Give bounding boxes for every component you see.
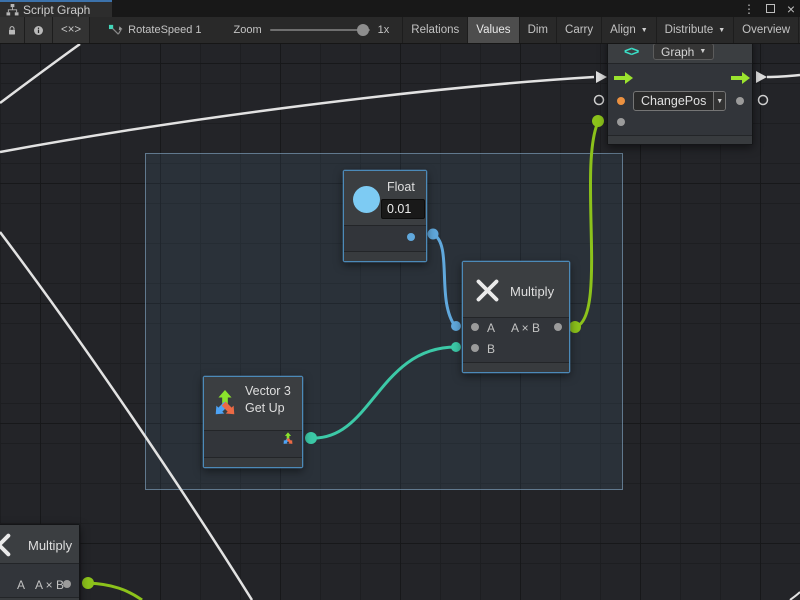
node-title: Float (387, 180, 415, 194)
float-node[interactable]: Float 0.01 (343, 170, 427, 262)
tab-script-graph[interactable]: Script Graph (0, 0, 112, 17)
lock-button[interactable] (0, 17, 25, 43)
float-icon (353, 186, 380, 213)
code-view-button[interactable]: <×> (53, 17, 90, 43)
port-a[interactable] (471, 323, 479, 331)
changepos-value: ChangePos (634, 92, 713, 110)
multiply-node[interactable]: Multiply A A × B B (462, 261, 570, 373)
script-graph-icon (6, 4, 19, 16)
window-controls: ⋮ × (742, 0, 798, 17)
values-button[interactable]: Values (468, 17, 519, 43)
graph-breadcrumb[interactable]: RotateSpeed 1 (108, 17, 201, 43)
port-float-output[interactable] (407, 233, 415, 241)
multiply-icon (474, 277, 501, 304)
zoom-label: Zoom (234, 24, 262, 36)
port-output[interactable] (736, 97, 744, 105)
flow-input-arrow-icon[interactable] (614, 72, 633, 84)
graph-event-node[interactable]: <> Graph ▼ ChangePos ▼ (607, 38, 753, 145)
zoom-slider-handle[interactable] (357, 24, 369, 36)
vector3-icon (210, 386, 240, 422)
node-footer (344, 251, 426, 261)
relations-button[interactable]: Relations (402, 17, 468, 43)
port-b-label: B (487, 342, 495, 356)
port-orange[interactable] (617, 97, 625, 105)
node-footer (463, 362, 569, 372)
tab-title: Script Graph (23, 3, 90, 17)
toolbar: <×> RotateSpeed 1 Zoom 1x Relations Valu… (0, 17, 800, 44)
zoom-slider[interactable] (270, 29, 370, 31)
port-input[interactable] (617, 118, 625, 126)
port-out-label: A × B (35, 578, 64, 592)
vector3-get-up-node[interactable]: Vector 3 Get Up (203, 376, 303, 468)
lock-icon (8, 24, 16, 37)
flow-output-arrow-icon[interactable] (731, 72, 750, 84)
port-out[interactable] (554, 323, 562, 331)
zoom-value: 1x (378, 24, 390, 36)
carry-button[interactable]: Carry (557, 17, 602, 43)
port-b[interactable] (471, 344, 479, 352)
graph-asset-icon (108, 23, 123, 37)
chevron-down-icon: ▼ (718, 27, 725, 34)
zoom-control: Zoom 1x (234, 17, 390, 43)
changepos-dropdown[interactable]: ChangePos ▼ (633, 91, 726, 111)
info-icon (33, 24, 44, 37)
chevron-down-icon: ▼ (699, 48, 706, 55)
tab-strip: Script Graph ⋮ × (0, 0, 800, 17)
float-value-field[interactable]: 0.01 (381, 199, 425, 219)
dim-button[interactable]: Dim (520, 17, 557, 43)
port-a-label: A (487, 321, 495, 335)
maximize-icon[interactable] (763, 2, 777, 16)
chevron-down-icon: ▼ (641, 27, 648, 34)
info-button[interactable] (25, 17, 53, 43)
multiply-icon (0, 531, 13, 559)
node-title: Multiply (510, 284, 554, 299)
node-footer (608, 135, 752, 144)
port-out-label: A × B (511, 321, 540, 335)
node-title: Vector 3 (245, 384, 291, 398)
port-out[interactable] (63, 580, 71, 588)
node-title: Multiply (28, 538, 72, 553)
code-icon: <> (624, 43, 638, 59)
code-x-icon: <×> (61, 24, 81, 36)
node-footer (204, 457, 302, 467)
node-subtitle: Get Up (245, 401, 285, 415)
graph-canvas[interactable]: <> Graph ▼ ChangePos ▼ (0, 0, 800, 600)
multiply2-node[interactable]: Multiply A A × B (0, 524, 80, 600)
menu-dots-icon[interactable]: ⋮ (742, 2, 756, 16)
close-icon[interactable]: × (784, 1, 798, 17)
vector3-output-port-icon[interactable] (280, 431, 296, 447)
port-a-label: A (17, 578, 25, 592)
align-button[interactable]: Align▼ (602, 17, 657, 43)
graph-dropdown-label: Graph (661, 45, 694, 59)
chevron-down-icon[interactable]: ▼ (713, 92, 725, 110)
script-graph-window: <> Graph ▼ ChangePos ▼ (0, 0, 800, 600)
overview-button[interactable]: Overview (734, 17, 799, 43)
graph-dropdown-button[interactable]: Graph ▼ (653, 43, 714, 60)
graph-name-label: RotateSpeed 1 (128, 24, 201, 36)
distribute-button[interactable]: Distribute▼ (657, 17, 735, 43)
